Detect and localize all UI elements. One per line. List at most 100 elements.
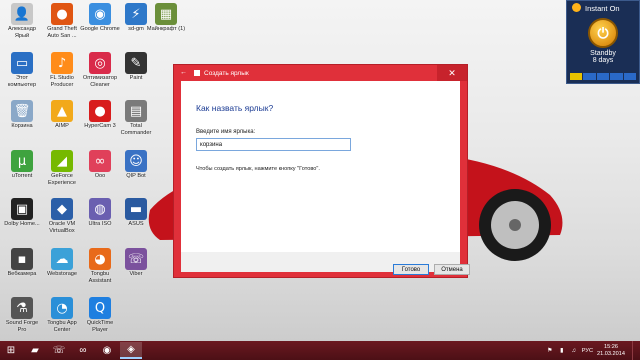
desktop-icon-label: Google Chrome [80, 26, 120, 32]
gadget-state: Standby [590, 50, 616, 57]
user-folder-icon: 👤 [11, 3, 33, 25]
tongbu-assistant-icon: ◕ [89, 248, 111, 270]
dolby-icon: ▣ [11, 198, 33, 220]
ooo-icon: ∞ [89, 150, 111, 172]
desktop-icon[interactable]: ◢ GeForce Experience [42, 150, 82, 186]
desktop-icon[interactable]: ☁ Webstorage [42, 248, 82, 278]
recycle-bin-icon: 🗑 [11, 100, 33, 122]
this-pc-icon: ▭ [11, 52, 33, 74]
desktop-icon-label: Viber [129, 271, 143, 277]
chrome-taskbar-icon[interactable]: ◉ [96, 342, 118, 359]
fl-studio-icon: ♪ [51, 52, 73, 74]
desktop-icon[interactable]: ◎ Оптимизатор Cleaner [80, 52, 120, 88]
desktop-icon[interactable]: ◆ Oracle VM VirtualBox [42, 198, 82, 234]
visual-studio-icon[interactable]: ∞ [72, 342, 94, 359]
close-button[interactable]: ✕ [437, 65, 467, 81]
desktop-icon[interactable]: ● Grand Theft Auto San ... [42, 3, 82, 39]
create-shortcut-dialog: ← Создать ярлык ✕ Как назвать ярлык? Вве… [173, 64, 470, 278]
desktop-icon-label: Ultra ISO [88, 221, 112, 227]
aimp-icon: ▲ [51, 100, 73, 122]
show-desktop-button[interactable] [632, 341, 636, 360]
language-indicator[interactable]: РУС [582, 348, 593, 354]
paint-icon: ✎ [125, 52, 147, 74]
desktop-icon-label: Корзина [11, 123, 33, 129]
desktop-icon[interactable]: ∞ Ooo [80, 150, 120, 180]
ghost-icon: ☺ [125, 150, 147, 172]
desktop-icon-label: Dolby Home... [4, 221, 40, 227]
gadget-title-text: Instant On [585, 4, 620, 13]
desktop-icon-label: Grand Theft Auto San ... [47, 26, 77, 39]
desktop-icon[interactable]: ◔ Tongbu App Center [42, 297, 82, 333]
geforce-icon: ◢ [51, 150, 73, 172]
desktop-icon-label: ASUS [128, 221, 144, 227]
desktop-icon[interactable]: Q QuickTime Player [80, 297, 120, 333]
desktop-icon[interactable]: ● HyperCam 3 [80, 100, 120, 130]
instant-on-gadget[interactable]: Instant On ⏻ Standby 8 days [566, 0, 640, 84]
finish-button[interactable]: Готово [393, 264, 429, 275]
desktop-icon[interactable]: 🗑 Корзина [2, 100, 42, 130]
sound-forge-icon: ⚗ [11, 297, 33, 319]
utorrent-icon: µ [11, 150, 33, 172]
desktop-icon[interactable]: ✎ Paint [116, 52, 156, 82]
system-tray: ⚑ ▮ ♫ РУС 15:26 21.03.2014 [546, 341, 640, 360]
desktop-icon[interactable]: ▦ Майнкрафт (1) [146, 3, 186, 33]
desktop-icon[interactable]: ☺ QIP Bot [116, 150, 156, 180]
back-arrow-icon[interactable]: ← [180, 69, 188, 77]
dialog-content: Как назвать ярлык? Введите имя ярлыка: Ч… [181, 81, 460, 252]
dialog-titlebar[interactable]: ← Создать ярлык ✕ [174, 65, 467, 81]
desktop-icon[interactable]: ▣ Dolby Home... [2, 198, 42, 228]
minecraft-icon: ▦ [155, 3, 177, 25]
desktop-icon-label: HyperCam 3 [84, 123, 116, 129]
gta-san-andreas-icon: ● [51, 3, 73, 25]
power-icon [572, 3, 581, 12]
desktop-icon-label: Александр Ярый [8, 26, 36, 39]
dialog-title: Создать ярлык [204, 69, 249, 77]
desktop-icon[interactable]: 👤 Александр Ярый [2, 3, 42, 39]
desktop-icon[interactable]: ◕ Tongbu Assistant [80, 248, 120, 284]
desktop-icon[interactable]: ♪ FL Studio Producer [42, 52, 82, 88]
desktop-icon[interactable]: ▪ Вебкамера [2, 248, 42, 278]
shortcut-app-icon [194, 70, 200, 76]
desktop-icon-label: Майнкрафт (1) [146, 26, 186, 32]
gadget-days: 8 days [592, 57, 614, 64]
desktop-icon[interactable]: ☏ Viber [116, 248, 156, 278]
total-commander-icon: ▤ [125, 100, 147, 122]
desktop-icon[interactable]: ◉ Google Chrome [80, 3, 120, 33]
network-icon[interactable]: ▮ [558, 347, 566, 355]
desktop-icon[interactable]: ◍ Ultra ISO [80, 198, 120, 228]
standby-power-icon[interactable]: ⏻ [588, 18, 618, 48]
active-window-icon[interactable]: ◈ [120, 342, 142, 359]
clock[interactable]: 15:26 21.03.2014 [597, 344, 625, 357]
volume-icon[interactable]: ♫ [570, 347, 578, 355]
viber-icon: ☏ [125, 248, 147, 270]
desktop-icon[interactable]: ▭ Этот компьютер [2, 52, 42, 88]
desktop-icon-label: Webstorage [46, 271, 78, 277]
desktop-icon[interactable]: ▬ ASUS [116, 198, 156, 228]
finish-hint: Чтобы создать ярлык, нажмите кнопку "Гот… [196, 166, 320, 172]
clock-date: 21.03.2014 [597, 350, 625, 357]
start-button[interactable]: ⊞ [0, 341, 22, 360]
webstorage-icon: ☁ [51, 248, 73, 270]
desktop-icon-label: Sound Forge Pro [5, 320, 39, 333]
desktop-icon[interactable]: ▲ AIMP [42, 100, 82, 130]
shortcut-name-label: Введите имя ярлыка: [196, 129, 256, 135]
desktop-icon[interactable]: ▤ Total Commander [116, 100, 156, 136]
google-chrome-icon: ◉ [89, 3, 111, 25]
taskbar: ⊞ ▰ ☏ ∞ ◉ ◈ ⚑ ▮ ♫ РУС 15:26 21.03.2014 [0, 341, 640, 360]
ultraiso-icon: ◍ [89, 198, 111, 220]
tongbu-app-center-icon: ◔ [51, 297, 73, 319]
file-explorer-icon[interactable]: ▰ [24, 342, 46, 359]
cancel-button[interactable]: Отмена [434, 264, 470, 275]
virtualbox-icon: ◆ [51, 198, 73, 220]
shortcut-name-input[interactable] [196, 138, 351, 151]
desktop-icon-label: QuickTime Player [86, 320, 114, 333]
cleaner-icon: ◎ [89, 52, 111, 74]
desktop-icon-label: Оптимизатор Cleaner [82, 75, 118, 88]
desktop-icon[interactable]: ⚗ Sound Forge Pro [2, 297, 42, 333]
desktop-icon-label: Этот компьютер [7, 75, 37, 88]
quicktime-icon: Q [89, 297, 111, 319]
flag-icon[interactable]: ⚑ [546, 347, 554, 355]
desktop-icon[interactable]: µ uTorrent [2, 150, 42, 180]
webcam-icon: ▪ [11, 248, 33, 270]
viber-taskbar-icon[interactable]: ☏ [48, 342, 70, 359]
